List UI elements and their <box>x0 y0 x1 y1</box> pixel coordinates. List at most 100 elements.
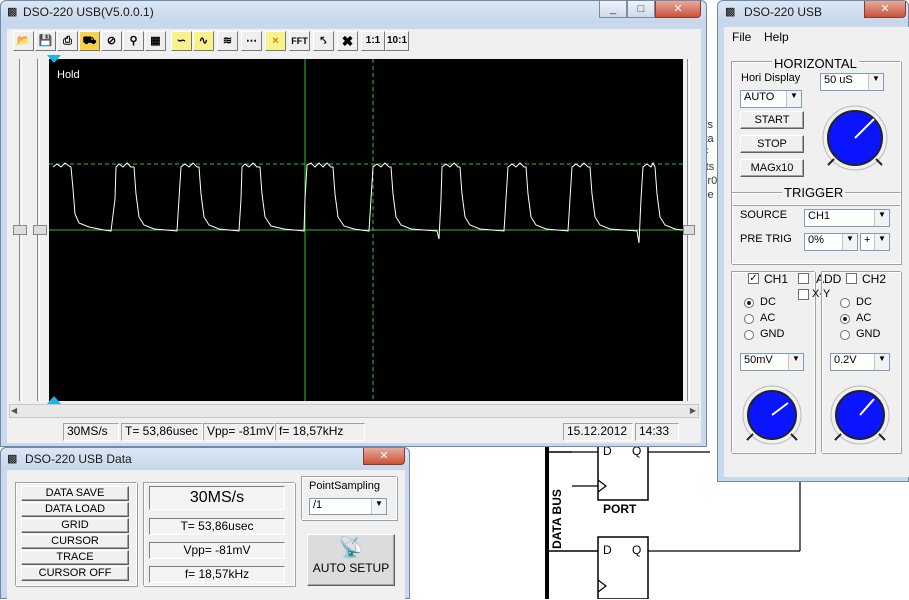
mag-x10-button[interactable]: MAGx10 <box>740 159 804 177</box>
status-date: 15.12.2012 <box>563 423 633 441</box>
chevron-down-icon: ▼ <box>842 234 857 250</box>
control-window: ▩ DSO-220 USB ✕ File Help HORIZONTAL Hor… <box>717 0 909 482</box>
data-load-button[interactable]: DATA LOAD <box>21 502 129 517</box>
source-label: SOURCE <box>740 209 788 221</box>
ramp-icon[interactable]: ⤣ <box>313 31 334 51</box>
pretrig-label: PRE TRIG <box>740 233 792 245</box>
grid-lines <box>49 59 683 401</box>
horizontal-scrollbar[interactable]: ◀ ▶ <box>9 404 699 418</box>
chevron-down-icon: ▼ <box>788 354 803 370</box>
point-sampling-select[interactable]: /1 ▼ <box>309 498 387 515</box>
app-icon: ▩ <box>7 453 18 465</box>
point-sampling-label: PointSampling <box>309 480 380 492</box>
data-bus-label: DATA BUS <box>550 489 564 549</box>
xy-checkbox[interactable] <box>798 289 809 300</box>
ch1-offset-marker[interactable] <box>13 225 27 235</box>
control-title: DSO-220 USB <box>744 5 823 19</box>
save-icon[interactable]: 💾 <box>35 31 56 51</box>
left-offset-slider[interactable] <box>13 59 47 401</box>
scope-title: DSO-220 USB(V5.0.0.1) <box>23 5 154 19</box>
ch1-volts-knob[interactable] <box>740 383 804 447</box>
mode-select[interactable]: AUTO ▼ <box>740 90 802 108</box>
slope-value: + <box>864 234 871 246</box>
source-value: CH1 <box>808 210 831 222</box>
open-icon[interactable]: 📂 <box>13 31 34 51</box>
menu-help[interactable]: Help <box>764 30 789 44</box>
scale-10-1-button[interactable]: 10:1 <box>385 31 409 51</box>
timebase-knob[interactable] <box>820 103 890 173</box>
scope-window: ▩ DSO-220 USB(V5.0.0.1) _ □ ✕ 📂 💾 ⎙ ⛟ ⊘ … <box>0 0 707 447</box>
ch1-volts-select[interactable]: 50mV ▼ <box>740 353 804 371</box>
scope-toolbar: 📂 💾 ⎙ ⛟ ⊘ ⚲ ▦ ∽ ∿ ≋ ⋯ × FFT ⤣ ✖ 1:1 10:1 <box>7 29 701 55</box>
data-save-button[interactable]: DATA SAVE <box>21 486 129 501</box>
status-vpp: Vpp= -81mV <box>203 423 275 441</box>
trace-button[interactable]: TRACE <box>21 550 129 565</box>
trigger-heading: TRIGGER <box>782 185 846 200</box>
cursor-button[interactable]: CURSOR <box>21 534 129 549</box>
cursor-x-icon[interactable]: × <box>265 31 286 51</box>
ch2-offset-marker[interactable] <box>33 225 47 235</box>
ch1-ac-radio[interactable] <box>744 314 754 324</box>
data-close-button[interactable]: ✕ <box>363 448 405 465</box>
time-marker-top[interactable] <box>47 55 61 63</box>
ch2-gnd-radio[interactable] <box>840 330 850 340</box>
ch1-gnd-radio[interactable] <box>744 330 754 340</box>
chevron-down-icon: ▼ <box>874 210 889 226</box>
stop-icon[interactable]: ⊘ <box>101 31 122 51</box>
chevron-down-icon: ▼ <box>868 74 883 90</box>
trigger-group <box>731 192 901 264</box>
add-checkbox[interactable] <box>798 273 809 284</box>
pretrig-select[interactable]: 0% ▼ <box>804 233 858 251</box>
start-button[interactable]: START <box>740 111 804 129</box>
timebase-select[interactable]: 50 uS ▼ <box>820 73 884 91</box>
source-select[interactable]: CH1 ▼ <box>804 209 890 227</box>
wave-icon[interactable]: ∽ <box>171 31 192 51</box>
trace-ch1 <box>52 161 683 244</box>
slope-select[interactable]: + ▼ <box>860 233 890 251</box>
trigger-level-marker[interactable] <box>683 225 695 235</box>
wave-icon-3[interactable]: ≋ <box>217 31 238 51</box>
ch2-dc-radio[interactable] <box>840 298 850 308</box>
ch1-ac-label: AC <box>760 312 776 324</box>
cursor-off-button[interactable]: CURSOR OFF <box>21 566 129 581</box>
fft-icon[interactable]: FFT <box>289 31 310 51</box>
menu-file[interactable]: File <box>732 30 751 44</box>
close-button[interactable]: ✕ <box>655 1 701 18</box>
ch2-volts-select[interactable]: 0.2V ▼ <box>830 353 890 371</box>
scale-1-1-button[interactable]: 1:1 <box>361 31 385 51</box>
control-close-button[interactable]: ✕ <box>864 1 906 18</box>
stop-button[interactable]: STOP <box>740 135 804 153</box>
auto-setup-button[interactable]: 📡 AUTO SETUP <box>307 534 395 586</box>
period-readout: T= 53,86usec <box>149 518 285 535</box>
status-rate: 30MS/s <box>63 423 119 441</box>
minimize-button[interactable]: _ <box>599 1 627 18</box>
scroll-left-arrow[interactable]: ◀ <box>11 406 17 415</box>
ch1-label: CH1 <box>764 272 789 286</box>
scope-screen: Hold <box>49 59 683 401</box>
close-x-icon[interactable]: ✖ <box>337 31 358 51</box>
ff2-q-label: Q <box>632 543 642 557</box>
ch1-checkbox[interactable]: ✓ <box>748 273 759 284</box>
data-title: DSO-220 USB Data <box>25 452 132 466</box>
chevron-down-icon: ▼ <box>874 234 889 250</box>
wave-icon-2[interactable]: ∿ <box>193 31 214 51</box>
zoom-icon[interactable]: ⚲ <box>123 31 144 51</box>
trigger-level-slider[interactable] <box>683 59 697 401</box>
horizontal-heading: HORIZONTAL <box>772 56 859 71</box>
ch2-ac-radio[interactable] <box>840 314 850 324</box>
maximize-button[interactable]: □ <box>627 1 655 18</box>
ch1-dc-radio[interactable] <box>744 298 754 308</box>
scroll-right-arrow[interactable]: ▶ <box>690 406 696 415</box>
status-time: 14:33 <box>635 423 679 441</box>
ch2-ac-label: AC <box>856 312 872 324</box>
time-marker-bottom[interactable] <box>47 396 61 404</box>
rate-readout: 30MS/s <box>149 486 285 510</box>
ff2-d-label: D <box>603 543 612 557</box>
truck-icon[interactable]: ⛟ <box>79 31 100 51</box>
ch2-volts-knob[interactable] <box>828 383 892 447</box>
auto-setup-label: AUTO SETUP <box>312 561 390 575</box>
print-icon[interactable]: ⎙ <box>57 31 78 51</box>
grid-button[interactable]: GRID <box>21 518 129 533</box>
dots-icon[interactable]: ⋯ <box>241 31 262 51</box>
grid-icon[interactable]: ▦ <box>145 31 166 51</box>
